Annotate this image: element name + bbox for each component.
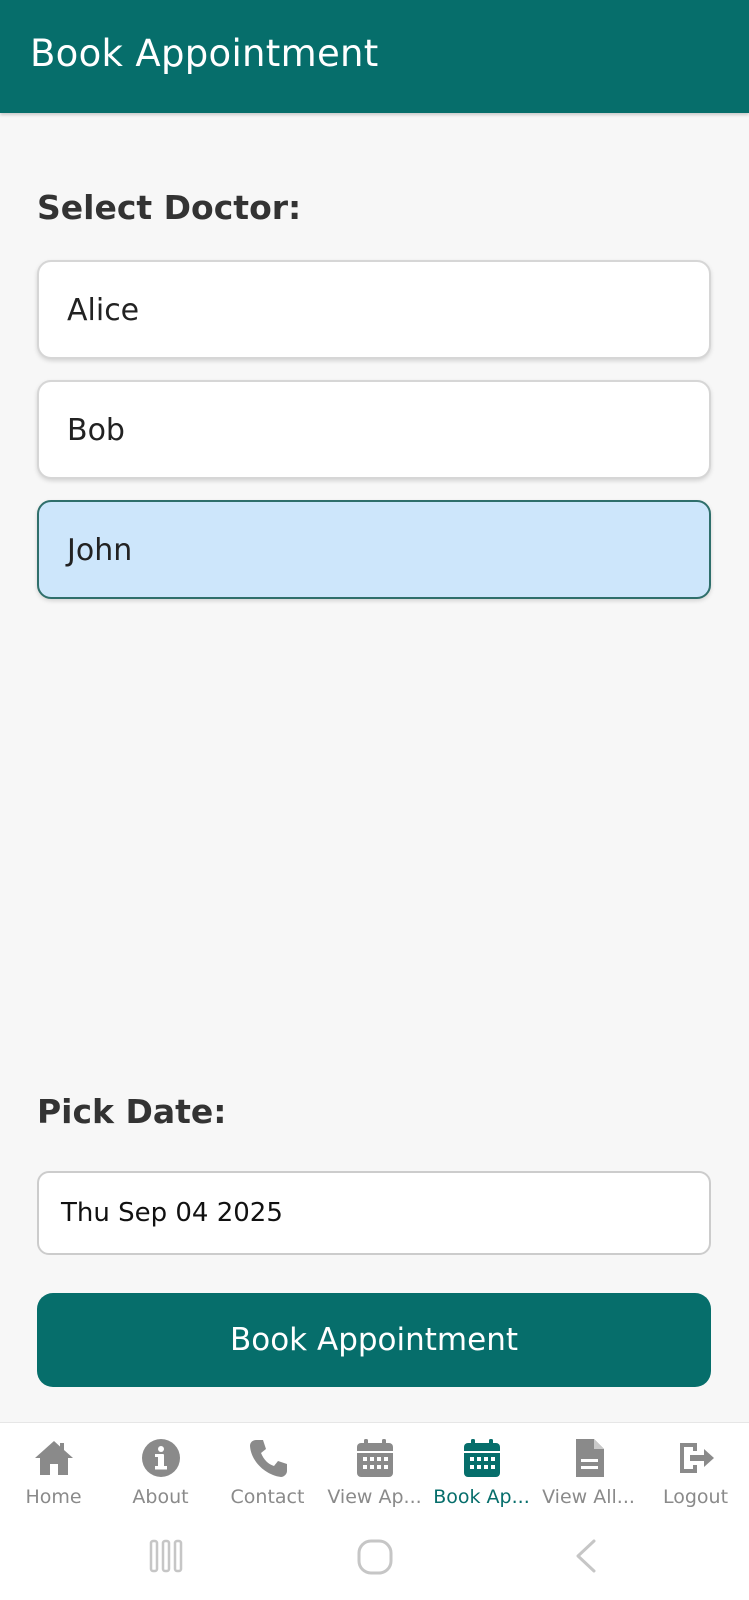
doctor-name: John: [67, 533, 133, 568]
date-input[interactable]: Thu Sep 04 2025: [37, 1171, 711, 1255]
document-icon: [576, 1439, 604, 1477]
tab-about[interactable]: About: [107, 1423, 214, 1521]
back-icon[interactable]: [572, 1538, 600, 1574]
doctor-name: Alice: [67, 293, 140, 328]
tab-logout[interactable]: Logout: [642, 1423, 749, 1521]
tab-label: About: [132, 1486, 189, 1508]
system-navigation-bar: [0, 1520, 749, 1600]
tab-label: View All...: [542, 1486, 635, 1508]
info-icon: [142, 1439, 180, 1477]
home-icon: [35, 1441, 73, 1475]
app-header: Book Appointment: [0, 0, 749, 113]
tab-label: Home: [25, 1486, 82, 1508]
tab-view-appointments[interactable]: View Ap...: [321, 1423, 428, 1521]
doctor-name: Bob: [67, 413, 125, 448]
pick-date-label: Pick Date:: [37, 1092, 227, 1131]
phone-icon: [250, 1440, 287, 1477]
doctor-option-alice[interactable]: Alice: [37, 260, 711, 359]
home-button-icon[interactable]: [356, 1538, 394, 1576]
page-title: Book Appointment: [30, 32, 379, 75]
tab-label: Logout: [662, 1486, 729, 1508]
select-doctor-label: Select Doctor:: [37, 188, 302, 227]
book-appointment-button[interactable]: Book Appointment: [37, 1293, 711, 1387]
logout-icon: [680, 1443, 714, 1473]
tab-view-all[interactable]: View All...: [535, 1423, 642, 1521]
doctor-option-bob[interactable]: Bob: [37, 380, 711, 479]
tab-label: View Ap...: [327, 1486, 422, 1508]
tab-book-appointment[interactable]: Book Ap...: [428, 1423, 535, 1521]
tab-contact[interactable]: Contact: [214, 1423, 321, 1521]
doctor-option-john[interactable]: John: [37, 500, 711, 599]
tab-label: Book Ap...: [433, 1486, 530, 1508]
recent-apps-icon[interactable]: [148, 1538, 184, 1574]
calendar-icon: [464, 1439, 500, 1477]
calendar-icon: [357, 1439, 393, 1477]
tab-label: Contact: [230, 1486, 305, 1508]
date-value: Thu Sep 04 2025: [61, 1198, 283, 1228]
bottom-tab-bar: Home About Contact View Ap... Book Ap...…: [0, 1422, 749, 1521]
tab-home[interactable]: Home: [0, 1423, 107, 1521]
